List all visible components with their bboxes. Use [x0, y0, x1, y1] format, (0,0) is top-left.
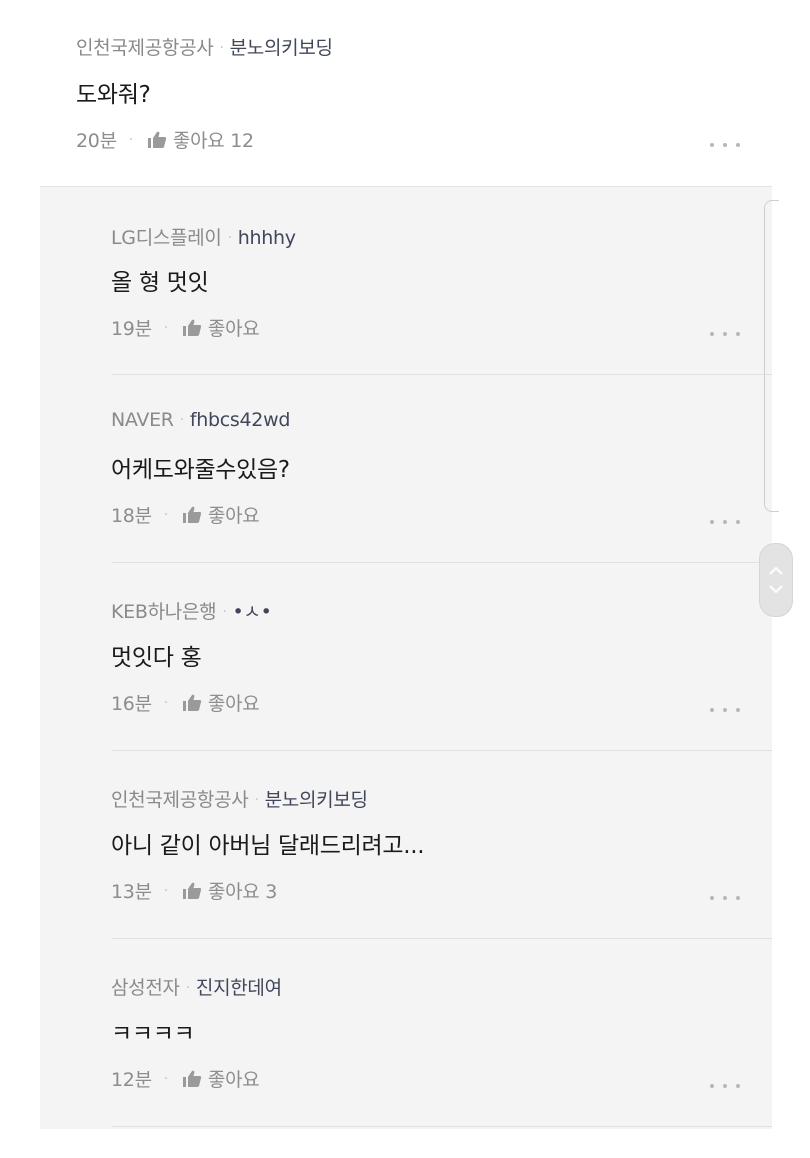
comment-author-line: LG디스플레이 · hhhhy [111, 223, 296, 250]
nickname[interactable]: 진지한데여 [196, 977, 282, 999]
comment-text: 멋잇다 홍 [111, 645, 202, 671]
like-label: 좋아요 [207, 1069, 260, 1091]
reply-item: KEB하나은행 · •ㅅ• 멋잇다 홍 16분 · 좋아요 [40, 563, 772, 751]
thumbs-up-icon [182, 506, 202, 524]
comment-footer: 20분 · 좋아요 12 [76, 126, 254, 153]
comment-author-line: KEB하나은행 · •ㅅ• [111, 597, 272, 624]
nickname[interactable]: hhhhy [238, 227, 296, 249]
thumbs-up-icon [182, 882, 202, 900]
reply-item: LG디스플레이 · hhhhy 올 형 멋잇 19분 · 좋아요 [40, 187, 772, 375]
comment-text: 아니 같이 아버님 달래드리려고... [111, 833, 425, 859]
comment-author-line: NAVER · fhbcs42wd [111, 409, 290, 431]
company-name: LG디스플레이 [111, 227, 222, 249]
more-dots-icon[interactable] [710, 1076, 740, 1096]
comment-footer: 19분 · 좋아요 [111, 314, 260, 341]
like-button[interactable]: 좋아요 [182, 501, 260, 528]
like-label: 좋아요 12 [172, 130, 254, 152]
company-name: 인천국제공항공사 [76, 37, 214, 59]
nickname[interactable]: fhbcs42wd [190, 409, 291, 431]
like-label: 좋아요 [207, 318, 260, 340]
separator-dot: · [222, 604, 227, 620]
like-button[interactable]: 좋아요 3 [182, 877, 277, 904]
comment-text: 올 형 멋잇 [111, 270, 209, 296]
company-name: 인천국제공항공사 [111, 789, 249, 811]
comment-time: 18분 [111, 505, 152, 527]
comment-footer: 18분 · 좋아요 [111, 501, 260, 528]
comment-text: 어케도와줄수있음? [111, 457, 290, 483]
comment-time: 13분 [111, 881, 152, 903]
separator-dot: · [254, 792, 259, 808]
more-dots-icon[interactable] [710, 700, 740, 720]
separator-dot: · [163, 319, 168, 336]
separator-dot: · [219, 40, 224, 56]
nickname[interactable]: 분노의키보딩 [230, 37, 333, 59]
comment-author-line: 인천국제공항공사 · 분노의키보딩 [111, 785, 368, 812]
thumbs-up-icon [182, 319, 202, 337]
chevron-up-icon[interactable] [769, 566, 783, 575]
comment-footer: 12분 · 좋아요 [111, 1065, 260, 1092]
scroll-track [764, 200, 779, 512]
separator-dot: · [163, 1070, 168, 1087]
more-dots-icon[interactable] [710, 512, 740, 532]
more-dots-icon[interactable] [710, 888, 740, 908]
comment-time: 19분 [111, 318, 152, 340]
comment-thread-page: 인천국제공항공사 · 분노의키보딩 도와줘? 20분 · 좋아요 12 LG디스플레… [0, 0, 810, 1158]
like-button[interactable]: 좋아요 [182, 1065, 260, 1092]
reply-item: NAVER · fhbcs42wd 어케도와줄수있음? 18분 · 좋아요 [40, 375, 772, 563]
comment-time: 20분 [76, 130, 117, 152]
nickname[interactable]: •ㅅ• [232, 601, 271, 623]
like-label: 좋아요 [207, 693, 260, 715]
like-label: 좋아요 3 [207, 881, 277, 903]
separator-dot: · [163, 506, 168, 523]
comment-author-line: 인천국제공항공사 · 분노의키보딩 [76, 33, 333, 60]
thumbs-up-icon [182, 694, 202, 712]
company-name: KEB하나은행 [111, 601, 217, 623]
reply-list: LG디스플레이 · hhhhy 올 형 멋잇 19분 · 좋아요 NAVER · fhb… [40, 186, 772, 1129]
comment-text: ㅋㅋㅋㅋ [111, 1021, 195, 1047]
like-button[interactable]: 좋아요 12 [147, 126, 254, 153]
comment-time: 12분 [111, 1069, 152, 1091]
comment-footer: 13분 · 좋아요 3 [111, 877, 277, 904]
comment-footer: 16분 · 좋아요 [111, 689, 260, 716]
like-button[interactable]: 좋아요 [182, 689, 260, 716]
nickname[interactable]: 분노의키보딩 [265, 789, 368, 811]
reply-item: 삼성전자 · 진지한데여 ㅋㅋㅋㅋ 12분 · 좋아요 [40, 939, 772, 1127]
separator-dot: · [163, 694, 168, 711]
reply-item: 인천국제공항공사 · 분노의키보딩 아니 같이 아버님 달래드리려고... 13분 … [40, 751, 772, 939]
chevron-down-icon[interactable] [769, 585, 783, 594]
separator-dot: · [128, 131, 133, 148]
separator-dot: · [179, 412, 184, 428]
company-name: NAVER [111, 409, 174, 431]
main-comment: 인천국제공항공사 · 분노의키보딩 도와줘? 20분 · 좋아요 12 [0, 0, 810, 186]
comment-time: 16분 [111, 693, 152, 715]
thumbs-up-icon [182, 1070, 202, 1088]
like-label: 좋아요 [207, 505, 260, 527]
comment-author-line: 삼성전자 · 진지한데여 [111, 973, 282, 1000]
scroll-handle[interactable] [759, 543, 793, 617]
separator-dot: · [163, 882, 168, 899]
divider [112, 1126, 772, 1127]
more-dots-icon[interactable] [710, 324, 740, 344]
company-name: 삼성전자 [111, 977, 180, 999]
separator-dot: · [227, 230, 232, 246]
like-button[interactable]: 좋아요 [182, 314, 260, 341]
more-dots-icon[interactable] [710, 135, 740, 155]
comment-text: 도와줘? [76, 82, 151, 108]
separator-dot: · [185, 980, 190, 996]
thumbs-up-icon [147, 131, 167, 149]
